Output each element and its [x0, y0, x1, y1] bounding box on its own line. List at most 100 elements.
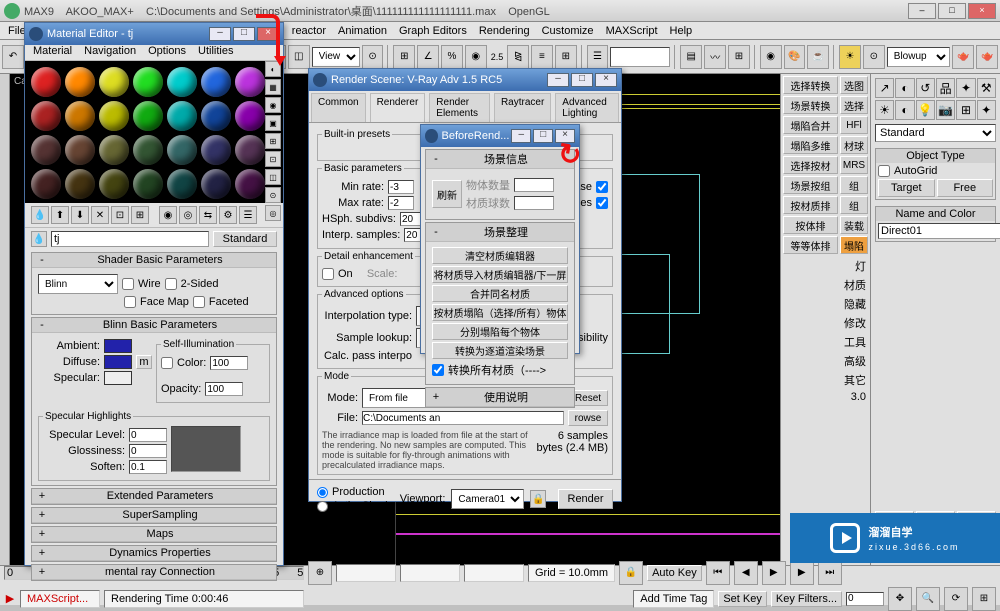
render-close-button[interactable]: ×	[595, 73, 617, 87]
shader-select[interactable]: Blinn	[38, 274, 118, 294]
percent-snap-icon[interactable]: %	[441, 45, 463, 69]
menu-customize[interactable]: Customize	[536, 25, 600, 37]
cn-list-2[interactable]: 隐藏	[844, 296, 866, 312]
wire-checkbox[interactable]	[122, 278, 134, 290]
cp-tab-utility-icon[interactable]: ⚒	[977, 78, 996, 98]
mirror-icon[interactable]: ⧎	[507, 45, 529, 69]
material-swatch-10[interactable]	[133, 101, 163, 131]
teapot2-icon[interactable]: 🫖	[976, 45, 998, 69]
cn-btn-7a[interactable]: 按体排	[783, 216, 838, 234]
opacity-spin[interactable]	[205, 382, 243, 396]
mat-nav-icon[interactable]: ⇆	[199, 206, 217, 224]
standard-button[interactable]: Standard	[213, 231, 277, 247]
soften-spin[interactable]	[129, 460, 167, 474]
mat-show-icon[interactable]: ◉	[159, 206, 177, 224]
material-swatch-20[interactable]	[235, 135, 265, 165]
nav-orbit-icon[interactable]: ⟳	[944, 587, 968, 611]
cp-tab-modify-icon[interactable]: ◐	[895, 78, 914, 98]
shader-rollout-title[interactable]: Shader Basic Parameters	[48, 254, 272, 266]
cn-btn-8b[interactable]: 塌陷	[840, 236, 868, 254]
render-button[interactable]: Render	[558, 489, 613, 509]
tab-common[interactable]: Common	[311, 93, 366, 122]
mat-reset-icon[interactable]: ✕	[91, 206, 109, 224]
material-swatch-2[interactable]	[99, 67, 129, 97]
mat-pick-icon[interactable]: 💧	[31, 231, 47, 247]
cn-btn-4b[interactable]: MRS	[840, 156, 868, 174]
convert-scene-button[interactable]: 转换为逐道渲染场景	[432, 342, 568, 359]
cn-btn-0a[interactable]: 选择转换	[783, 76, 838, 94]
speclevel-spin[interactable]	[129, 428, 167, 442]
before-titlebar[interactable]: BeforeRend... – □ ×	[421, 125, 579, 147]
refresh-button[interactable]: 刷新	[432, 180, 462, 208]
mat-get-icon[interactable]: 💧	[31, 206, 49, 224]
scene-clean-title[interactable]: 场景整理	[442, 224, 570, 240]
material-swatch-15[interactable]	[65, 135, 95, 165]
material-swatch-4[interactable]	[167, 67, 197, 97]
snap-icon[interactable]: ⊞	[393, 45, 415, 69]
material-swatch-26[interactable]	[201, 169, 231, 199]
faceted-checkbox[interactable]	[193, 296, 205, 308]
scale-icon[interactable]: ◫	[288, 45, 310, 69]
align-icon[interactable]: ≡	[531, 45, 553, 69]
mat-side-icon-4[interactable]: ⊞	[265, 133, 281, 149]
mat-menu-nav[interactable]: Navigation	[78, 45, 142, 60]
render-max-button[interactable]: □	[571, 73, 593, 87]
selfillum-color-check[interactable]	[161, 357, 173, 369]
ext-rollout[interactable]: Extended Parameters	[48, 490, 272, 502]
material-swatch-27[interactable]	[235, 169, 265, 199]
play-start-icon[interactable]: ⏮	[706, 561, 730, 585]
cp-sub1-icon[interactable]: ☀	[875, 100, 894, 120]
mat-show2-icon[interactable]: ◎	[179, 206, 197, 224]
material-swatch-16[interactable]	[99, 135, 129, 165]
obj-name-input[interactable]	[878, 223, 1000, 239]
mat-side-icon-7[interactable]: ⊙	[265, 187, 281, 203]
material-swatch-17[interactable]	[133, 135, 163, 165]
cn-btn-3a[interactable]: 塌陷多维	[783, 136, 838, 154]
schematic-icon[interactable]: ⊞	[728, 45, 750, 69]
free-button[interactable]: Free	[937, 179, 994, 197]
mat-side-icon-6[interactable]: ◫	[265, 169, 281, 185]
lock-icon[interactable]: 🔒	[619, 561, 643, 585]
material-swatch-1[interactable]	[65, 67, 95, 97]
cp-sub6-icon[interactable]: ✦	[977, 100, 996, 120]
cp-tab-motion-icon[interactable]: 品	[936, 78, 955, 98]
render-scene-icon[interactable]: 🎨	[784, 45, 806, 69]
material-swatch-9[interactable]	[99, 101, 129, 131]
maps-rollout[interactable]: Maps	[48, 528, 272, 540]
play-icon[interactable]: ▶	[762, 561, 786, 585]
angle-snap-icon[interactable]: ∠	[417, 45, 439, 69]
blinn-rollout-title[interactable]: Blinn Basic Parameters	[48, 319, 272, 331]
file-input[interactable]	[362, 411, 564, 425]
material-swatch-25[interactable]	[167, 169, 197, 199]
diffuse-m-button[interactable]: m	[136, 355, 152, 369]
mat-side-icon-3[interactable]: ▣	[265, 115, 281, 131]
spinner-snap-icon[interactable]: ◉	[465, 45, 487, 69]
mat-options-icon[interactable]: ⚙	[219, 206, 237, 224]
play-end-icon[interactable]: ⏭	[818, 561, 842, 585]
menu-reactor[interactable]: reactor	[286, 25, 332, 37]
material-swatch-21[interactable]	[31, 169, 61, 199]
cn-btn-8a[interactable]: 等等体排	[783, 236, 838, 254]
pivot-icon[interactable]: ⊙	[362, 45, 384, 69]
cp-sub2-icon[interactable]: ◐	[895, 100, 914, 120]
facemap-checkbox[interactable]	[124, 296, 136, 308]
material-swatch-3[interactable]	[133, 67, 163, 97]
mat-menu-material[interactable]: Material	[27, 45, 78, 60]
mat-side-icon-8[interactable]: ◎	[265, 205, 281, 221]
left-toolstrip[interactable]	[0, 74, 10, 565]
viewport-select[interactable]: Camera01	[451, 489, 524, 509]
ref-coord-select[interactable]: View	[312, 47, 360, 67]
collapse-mat-button[interactable]: 按材质塌陷（选择/所有）物体	[432, 304, 568, 321]
clear-mat-button[interactable]: 清空材质编辑器	[432, 247, 568, 264]
undo-icon[interactable]: ↶	[2, 45, 24, 69]
cn-list-1[interactable]: 材质	[844, 277, 866, 293]
menu-maxscript[interactable]: MAXScript	[600, 25, 664, 37]
cn-list-6[interactable]: 其它	[844, 372, 866, 388]
selfillum-spin[interactable]	[210, 356, 248, 370]
material-swatch-8[interactable]	[65, 101, 95, 131]
activeshade-radio[interactable]	[317, 501, 328, 512]
cp-category-select[interactable]: Standard	[875, 124, 996, 142]
material-icon[interactable]: ◉	[760, 45, 782, 69]
menu-animation[interactable]: Animation	[332, 25, 393, 37]
tab-elements[interactable]: Render Elements	[429, 93, 490, 122]
